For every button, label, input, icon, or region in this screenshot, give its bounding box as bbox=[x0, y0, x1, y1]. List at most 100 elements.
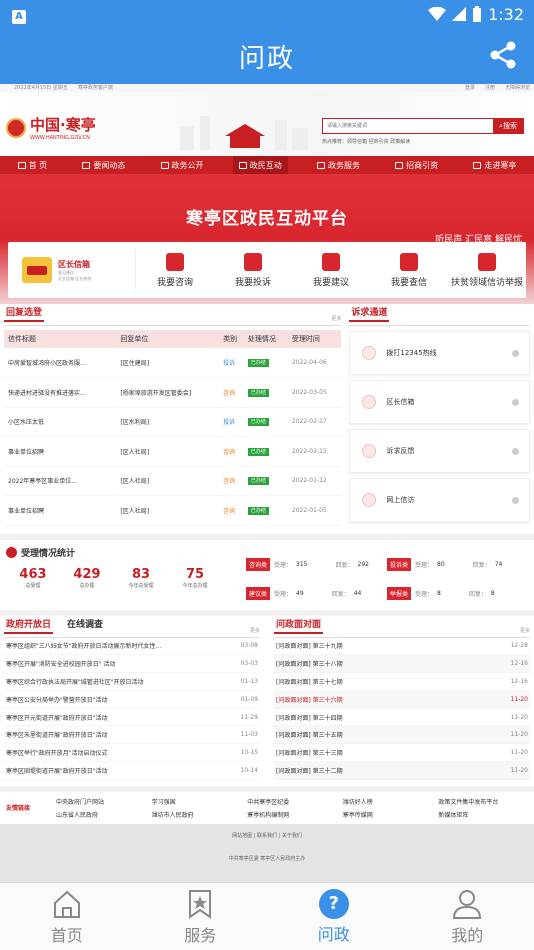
friend-link[interactable]: 中共寒亭区纪委 bbox=[247, 797, 343, 806]
friend-links-label: 友情链接 bbox=[6, 805, 31, 813]
nav-label: 政务服务 bbox=[327, 160, 360, 170]
channel-item[interactable]: 诉求反馈 bbox=[349, 429, 530, 473]
list-item[interactable]: [问政面对面] 第三十五期 11-20 bbox=[274, 726, 530, 745]
list-item[interactable]: 寒亭区朱里街道开展"政府开放日"活动 11-03 bbox=[4, 726, 260, 745]
nav-item[interactable]: 走进寒亭 bbox=[467, 156, 522, 174]
category-tag: 咨询 bbox=[223, 448, 236, 456]
service-item[interactable]: 我要查信 bbox=[370, 252, 448, 288]
list-item[interactable]: [问政面对面] 第三十三期 11-20 bbox=[274, 744, 530, 763]
channel-label: 诉求反馈 bbox=[386, 447, 415, 455]
nav-label: 政民互动 bbox=[249, 160, 282, 170]
face-more-link[interactable]: 更多 bbox=[520, 627, 530, 634]
mayor-mailbox-card[interactable]: 区长信箱 意见建议 区长信箱 区长热线 bbox=[8, 249, 136, 291]
friend-link[interactable]: 山东省人民政府 bbox=[56, 810, 152, 819]
nav-item[interactable]: 首 页 bbox=[12, 156, 54, 174]
nav-item[interactable]: 招商引资 bbox=[389, 156, 444, 174]
date-cell: 2022-02-17 bbox=[287, 407, 342, 437]
list-item-date: 11-20 bbox=[510, 766, 528, 774]
table-row[interactable]: 事业单位招聘 [区人社局] 咨询 已办结 2022-01-05 bbox=[4, 495, 342, 526]
open-day-more-link[interactable]: 更多 bbox=[250, 627, 260, 634]
list-item[interactable]: [问政面对面] 第三十九期 12-28 bbox=[274, 638, 530, 656]
table-row[interactable]: 2022年寒亭区事业单位... [区人社局] 咨询 已办结 2022-01-12 bbox=[4, 466, 342, 496]
service-item[interactable]: 扶贫领域信访举报 bbox=[448, 252, 526, 288]
letter-title[interactable]: 事业单位招聘 bbox=[4, 495, 117, 526]
stat-item: 463 总受理 bbox=[6, 567, 60, 589]
service-item[interactable]: 我要建议 bbox=[292, 252, 370, 288]
list-item[interactable]: [问政面对面] 第三十四期 11-20 bbox=[274, 709, 530, 727]
friend-link[interactable]: 新媒体矩阵 bbox=[438, 810, 534, 819]
face-to-face-list: 问政面对面 更多 [问政面对面] 第三十九期 12-28 [问政面对面] 第三十八期… bbox=[274, 616, 530, 780]
stat-label: 今年总办理 bbox=[182, 582, 208, 589]
friend-link[interactable]: 潍坊市人民政府 bbox=[152, 810, 248, 819]
top-link[interactable]: 登录 bbox=[465, 85, 475, 91]
share-icon[interactable] bbox=[488, 40, 518, 70]
friend-link[interactable]: 中央政府门户网站 bbox=[56, 797, 152, 806]
service-item[interactable]: 我要投诉 bbox=[214, 252, 292, 288]
list-item[interactable]: 寒亭区举行"政府开放月"活动启动仪式 10-15 bbox=[4, 744, 260, 763]
friend-link[interactable]: 学习强国 bbox=[152, 797, 248, 806]
list-item[interactable]: [问政面对面] 第三十七期 12-16 bbox=[274, 673, 530, 691]
nav-item[interactable]: 政民互动 bbox=[232, 156, 288, 174]
list-item[interactable]: [问政面对面] 第三十二期 11-20 bbox=[274, 762, 530, 780]
letter-title[interactable]: 2022年寒亭区事业单位... bbox=[4, 466, 117, 496]
list-item[interactable]: [问政面对面] 第三十六期 11-20 bbox=[274, 690, 530, 709]
stat-value: 83 bbox=[131, 566, 151, 582]
tab-open-day[interactable]: 政府开放日 bbox=[4, 617, 54, 634]
nav-item[interactable]: 政务公开 bbox=[155, 156, 210, 174]
stats-numbers: 463 总受理 429 总办理 83 今年总受理 75 今年总办理 bbox=[6, 567, 246, 589]
list-item[interactable]: [问政面对面] 第三十八期 12-16 bbox=[274, 655, 530, 674]
friend-link[interactable]: 政策文件集中发布平台 bbox=[438, 797, 534, 806]
tab-user[interactable]: 我的 bbox=[401, 883, 534, 950]
list-item[interactable]: 寒亭区开展"消防安全进校园开放日" 活动 03-03 bbox=[4, 655, 260, 674]
list-item[interactable]: 寒亭区综合行政执法局开展"城管进社区"开放日活动 01-13 bbox=[4, 673, 260, 691]
letter-title[interactable]: 事业单位招聘 bbox=[4, 436, 117, 467]
tab-service[interactable]: 服务 bbox=[134, 883, 268, 950]
skyline-illustration bbox=[180, 116, 308, 150]
reply-more-link[interactable]: 更多 bbox=[331, 315, 341, 322]
channel-item[interactable]: 区长信箱 bbox=[349, 380, 530, 424]
webview[interactable]: 2022年4月15日 星期五 寒亭政务客户端 登录 注册 无障碍浏览 中国·寒亭 WW… bbox=[0, 84, 534, 882]
friend-link[interactable]: 寒亭传媒网 bbox=[343, 810, 439, 819]
search-button[interactable]: ⌕ 搜索 bbox=[493, 119, 523, 133]
tab-online-survey[interactable]: 在线调查 bbox=[67, 617, 103, 634]
list-item-title: [问政面对面] 第三十二期 bbox=[276, 767, 343, 775]
category-tag: 咨询 bbox=[223, 389, 236, 397]
tab-home[interactable]: 首页 bbox=[0, 883, 134, 950]
nav-item[interactable]: 政务服务 bbox=[311, 156, 366, 174]
list-item[interactable]: 寒亭区开元街道开展"政府开放日"活动 11-29 bbox=[4, 709, 260, 727]
table-row[interactable]: 中房爱智城鸿府小区政务服... [区住建局] 投诉 已办结 2022-04-06 bbox=[4, 348, 342, 378]
category-label: 投诉类 bbox=[387, 557, 412, 571]
list-item[interactable]: 寒亭区组织"三八妇女节"政府开放日活动展示新时代女性... 03-08 bbox=[4, 638, 260, 656]
accepted-value: 8 bbox=[437, 589, 441, 597]
list-item[interactable]: 寒亭区固堤街道开展"政府开放日"活动 10-14 bbox=[4, 762, 260, 780]
service-item[interactable]: 我要咨询 bbox=[136, 252, 214, 288]
table-row[interactable]: 快递进村进驿没有推进落实... [杨家埠旅游开发区管委会] 咨询 已办结 2022-03… bbox=[4, 377, 342, 408]
table-row[interactable]: 小区水压太低 [区水利局] 投诉 已办结 2022-02-17 bbox=[4, 407, 342, 437]
friend-link[interactable]: 寒亭机构编制网 bbox=[247, 810, 343, 819]
reply-unit: [区人社局] bbox=[116, 466, 220, 496]
date-cell: 2022-01-12 bbox=[287, 466, 342, 496]
top-link[interactable]: 无障碍浏览 bbox=[505, 85, 530, 91]
footer-links[interactable]: 网站地图 | 联系我们 | 关于我们 bbox=[0, 832, 534, 839]
letter-title[interactable]: 小区水压太低 bbox=[4, 407, 117, 437]
main-nav: 首 页 要闻动态 政务公开 政民互动 政务服务 招商引资 走进寒亭 bbox=[0, 156, 534, 174]
search-input[interactable] bbox=[323, 119, 493, 133]
tab-question[interactable]: ? 问政 bbox=[267, 883, 401, 950]
nav-item[interactable]: 要闻动态 bbox=[76, 156, 131, 174]
replied-value: 292 bbox=[357, 560, 369, 568]
top-link[interactable]: 注册 bbox=[485, 85, 495, 91]
category-stat: 投诉类 受理： 80 回复： 74 bbox=[387, 554, 528, 575]
channel-item[interactable]: 拨打12345热线 bbox=[349, 331, 530, 375]
client-link[interactable]: 寒亭政务客户端 bbox=[78, 85, 113, 91]
tab-label: 我的 bbox=[451, 925, 484, 945]
hot-words-items[interactable]: 领导信箱 招商引资 政策解读 bbox=[347, 139, 410, 145]
list-item[interactable]: 寒亭区公安分局举办"警营开放日"活动 01-09 bbox=[4, 691, 260, 709]
category-stat: 咨询类 受理： 315 回复： 292 bbox=[246, 554, 387, 575]
status-cell: 已办结 bbox=[243, 348, 288, 378]
channel-item[interactable]: 网上信访 bbox=[349, 478, 530, 522]
site-logo[interactable]: 中国·寒亭 WWW.HANTING.GOV.CN bbox=[6, 114, 96, 141]
letter-title[interactable]: 快递进村进驿没有推进落实... bbox=[4, 377, 117, 408]
table-row[interactable]: 事业单位招聘 [区人社局] 咨询 已办结 2022-02-15 bbox=[4, 436, 342, 467]
friend-link[interactable]: 潍坊好人榜 bbox=[343, 797, 439, 806]
letter-title[interactable]: 中房爱智城鸿府小区政务服... bbox=[4, 348, 117, 378]
